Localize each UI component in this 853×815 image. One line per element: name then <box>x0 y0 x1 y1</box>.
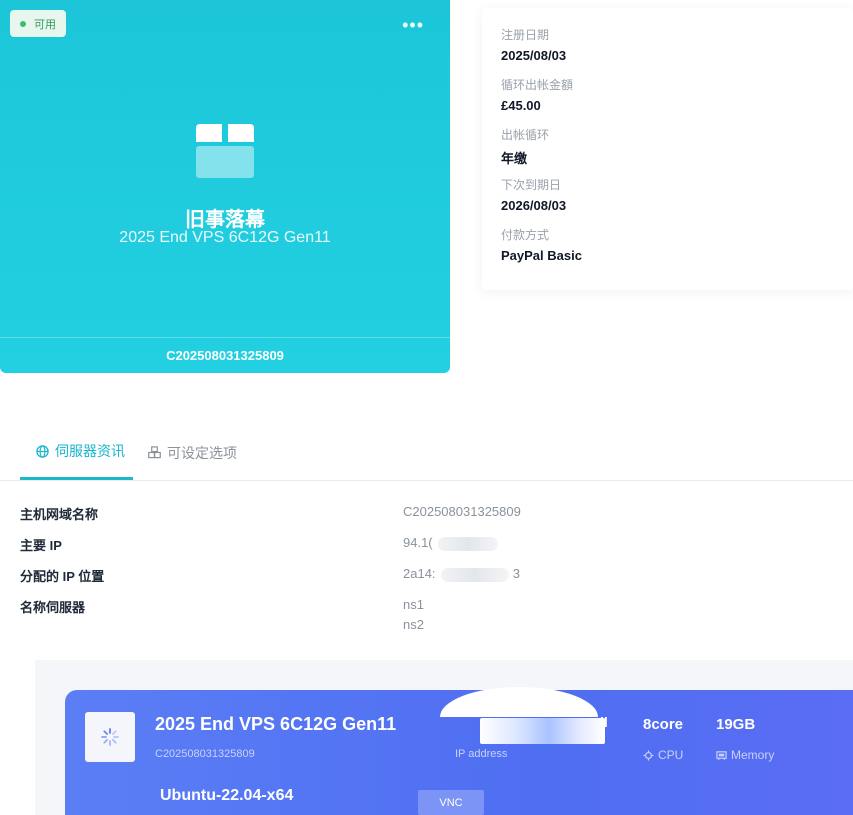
billing-panel: 注册日期 2025/08/03 循环出帐金額 £45.00 出帐循环 年缴 下次… <box>482 8 853 290</box>
assigned-ip-value: 2a14: <box>403 566 436 581</box>
info-tabs: 伺服器资讯 可设定选项 <box>0 425 853 481</box>
redacted-ip-block <box>480 718 605 744</box>
status-dot-icon <box>20 20 26 27</box>
memory-label: Memory <box>731 748 775 762</box>
billing-label: 下次到期日 <box>501 178 562 192</box>
cpu-value: 8core <box>643 716 684 733</box>
cubes-icon <box>148 446 161 459</box>
vps-ip-value: il <box>600 714 608 730</box>
billing-item-cycle: 出帐循环 年缴 <box>501 126 549 167</box>
billing-item-next-due: 下次到期日 2026/08/03 <box>501 176 566 213</box>
product-name: 旧事落幕 <box>185 209 265 231</box>
billing-value: PayPal Basic <box>501 248 582 263</box>
primary-ip-label: 主要 IP <box>20 538 62 553</box>
status-badge: 可用 <box>10 10 66 37</box>
billing-label: 付款方式 <box>501 228 550 242</box>
hostname-value: C202508031325809 <box>403 504 521 519</box>
vps-ip-label: IP address <box>455 748 508 760</box>
nameserver-1: ns1 <box>403 597 424 612</box>
vps-name: 2025 End VPS 6C12G Gen11 <box>155 714 397 734</box>
redacted-block <box>441 567 510 582</box>
billing-value: 2025/08/03 <box>501 48 567 63</box>
hostname-label: 主机网域名称 <box>20 507 99 522</box>
billing-value: £45.00 <box>501 98 541 113</box>
status-text: 可用 <box>34 18 56 31</box>
assigned-ip-value-wrap: 2a14: 3 <box>403 566 520 582</box>
tab-label: 伺服器资讯 <box>55 443 125 459</box>
vps-domain: C202508031325809 <box>155 748 255 760</box>
primary-ip-value-wrap: 94.1( <box>403 535 499 551</box>
billing-label: 出帐循环 <box>501 128 550 142</box>
cpu-label-wrap: CPU <box>643 748 683 762</box>
memory-chip-icon <box>716 750 727 760</box>
nameserver-2: ns2 <box>403 617 424 632</box>
redacted-block <box>438 536 499 551</box>
assigned-ip-tail: 3 <box>512 566 521 581</box>
product-plan: 2025 End VPS 6C12G Gen11 <box>119 229 331 246</box>
more-options-icon[interactable]: ••• <box>402 16 424 34</box>
memory-label-wrap: Memory <box>716 748 774 762</box>
billing-item-reg-date: 注册日期 2025/08/03 <box>501 26 566 63</box>
vps-status-box <box>85 712 135 762</box>
package-box-icon <box>196 124 254 178</box>
nameservers-label: 名称伺服器 <box>20 600 86 615</box>
billing-value: 2026/08/03 <box>501 198 567 213</box>
vnc-button[interactable]: VNC <box>418 790 484 815</box>
billing-value: 年缴 <box>501 151 528 166</box>
memory-value: 19GB <box>716 716 756 733</box>
cpu-label: CPU <box>658 748 684 762</box>
assigned-ip-label: 分配的 IP 位置 <box>20 569 105 584</box>
tab-label: 可设定选项 <box>167 444 237 461</box>
product-card: 可用 ••• 旧事落幕 2025 End VPS 6C12G Gen11 C20… <box>0 0 450 373</box>
vps-os: Ubuntu-22.04-x64 <box>160 787 294 804</box>
tab-server-info[interactable]: 伺服器资讯 <box>20 425 133 480</box>
product-domain: C202508031325809 <box>0 337 450 373</box>
primary-ip-value: 94.1( <box>403 535 433 550</box>
billing-item-payment: 付款方式 PayPal Basic <box>501 226 582 263</box>
billing-item-amount: 循环出帐金額 £45.00 <box>501 76 573 113</box>
globe-icon <box>36 444 49 458</box>
tab-config-options[interactable]: 可设定选项 <box>148 425 237 480</box>
loading-spinner-icon <box>101 728 119 746</box>
cpu-gear-icon <box>643 749 654 761</box>
billing-label: 注册日期 <box>501 28 550 42</box>
billing-label: 循环出帐金額 <box>501 78 574 92</box>
